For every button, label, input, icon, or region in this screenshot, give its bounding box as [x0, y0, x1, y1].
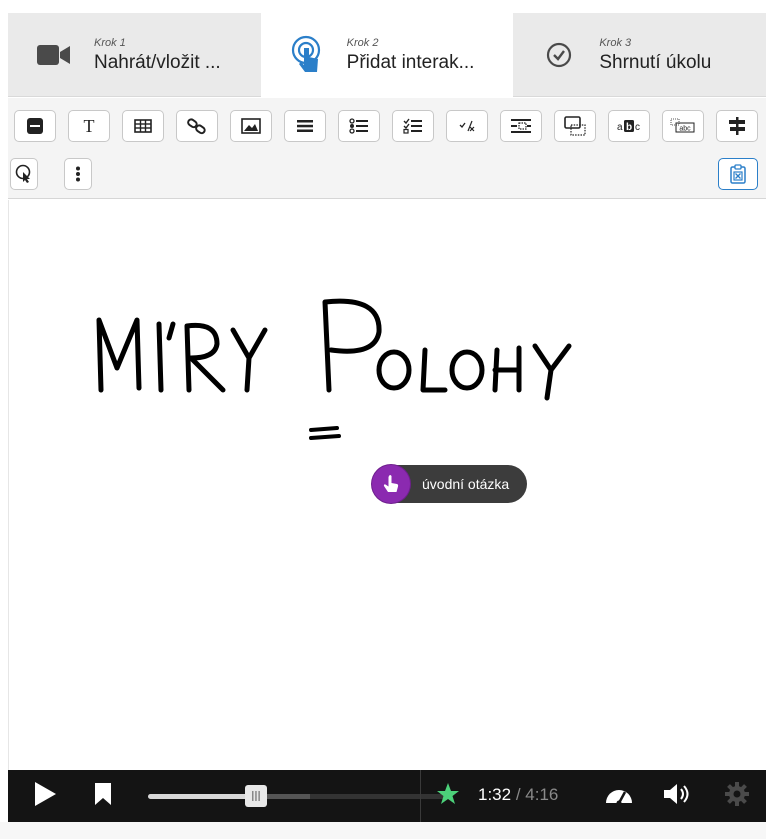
step-title: Shrnutí úkolu: [599, 51, 712, 73]
crossroads-icon: [727, 116, 747, 136]
svg-text:c: c: [635, 122, 640, 133]
touch-pointer-icon: [285, 33, 329, 77]
check-circle-icon: [537, 33, 581, 77]
interactive-video-editor: Krok 1 Nahrát/vložit ... Krok 2 Přidat i…: [0, 0, 766, 839]
paste-button[interactable]: [718, 158, 758, 190]
label-tool-button[interactable]: [14, 110, 56, 142]
statements-tool-button[interactable]: [284, 110, 326, 142]
drag-text-tool-button[interactable]: abc: [662, 110, 704, 142]
seek-bar[interactable]: [148, 785, 448, 807]
table-icon: [134, 119, 152, 133]
wizard-steps: Krok 1 Nahrát/vložit ... Krok 2 Přidat i…: [8, 13, 766, 97]
table-tool-button[interactable]: [122, 110, 164, 142]
true-false-icon: [458, 119, 476, 133]
step-title: Nahrát/vložit ...: [94, 51, 221, 73]
svg-text:b: b: [626, 122, 632, 133]
fill-blanks-tool-button[interactable]: [500, 110, 542, 142]
drag-text-icon: abc: [670, 118, 696, 134]
play-button[interactable]: [32, 781, 58, 812]
hand-pointer-icon: [372, 465, 410, 503]
label-icon: [26, 117, 44, 135]
hotspot-label: úvodní otázka: [422, 476, 510, 492]
bookmark-button[interactable]: [92, 782, 114, 811]
step-title: Přidat interak...: [346, 51, 475, 73]
settings-button[interactable]: [724, 781, 750, 812]
step-number: Krok 2: [346, 36, 379, 49]
clipboard-paste-icon: [729, 164, 747, 184]
volume-icon: [662, 782, 692, 811]
text-icon: T: [81, 117, 97, 135]
more-tools-button[interactable]: [64, 158, 92, 190]
crossroads-tool-button[interactable]: [716, 110, 758, 142]
seek-handle[interactable]: [245, 785, 267, 807]
step-number: Krok 1: [94, 36, 126, 49]
total-time: 4:16: [525, 785, 559, 804]
navigation-hotspot-icon: [15, 164, 33, 184]
bottom-strip: [0, 822, 766, 839]
play-icon: [33, 781, 57, 812]
true-false-tool-button[interactable]: [446, 110, 488, 142]
time-display: 1:32 / 4:16: [478, 785, 558, 805]
video-camera-icon: [32, 33, 76, 77]
svg-text:T: T: [84, 117, 95, 135]
single-choice-tool-button[interactable]: [338, 110, 380, 142]
drag-and-drop-tool-button[interactable]: [554, 110, 596, 142]
fill-blanks-icon: [510, 117, 532, 135]
multiple-choice-tool-button[interactable]: [392, 110, 434, 142]
player-divider: [420, 770, 421, 822]
mark-words-tool-button[interactable]: abc: [608, 110, 650, 142]
star-marker-icon: [436, 782, 460, 811]
svg-text:a: a: [617, 122, 623, 133]
more-vertical-icon: [75, 166, 81, 182]
step-number: Krok 3: [599, 36, 632, 49]
image-icon: [241, 118, 261, 134]
image-tool-button[interactable]: [230, 110, 272, 142]
handwritten-title-image: [96, 298, 572, 440]
bookmark-icon: [94, 782, 112, 811]
speed-gauge-icon: [604, 783, 634, 812]
time-separator: /: [511, 785, 526, 804]
link-tool-button[interactable]: [176, 110, 218, 142]
step-3-summary[interactable]: Krok 3 Shrnutí úkolu: [513, 13, 766, 97]
mark-words-icon: abc: [616, 119, 642, 133]
settings-gear-icon: [724, 781, 750, 812]
seek-progress: [148, 794, 256, 799]
interaction-hotspot[interactable]: úvodní otázka: [372, 465, 528, 503]
statements-icon: [296, 119, 314, 133]
playback-speed-button[interactable]: [604, 784, 634, 810]
volume-button[interactable]: [662, 782, 692, 811]
current-time: 1:32: [478, 785, 512, 804]
multiple-choice-icon: [403, 118, 423, 134]
step-2-add-interactions[interactable]: Krok 2 Přidat interak...: [260, 13, 514, 97]
link-icon: [187, 117, 207, 135]
step-1-upload[interactable]: Krok 1 Nahrát/vložit ...: [8, 13, 261, 97]
text-tool-button[interactable]: T: [68, 110, 110, 142]
single-choice-icon: [349, 118, 369, 134]
video-player-controls: 1:32 / 4:16: [8, 770, 766, 822]
interaction-toolbar: T abc abc: [8, 98, 766, 199]
video-canvas[interactable]: úvodní otázka: [8, 200, 766, 770]
svg-text:abc: abc: [679, 126, 691, 133]
navigation-hotspot-tool-button[interactable]: [10, 158, 38, 190]
drag-drop-icon: [564, 116, 586, 136]
interaction-marker[interactable]: [436, 782, 460, 811]
